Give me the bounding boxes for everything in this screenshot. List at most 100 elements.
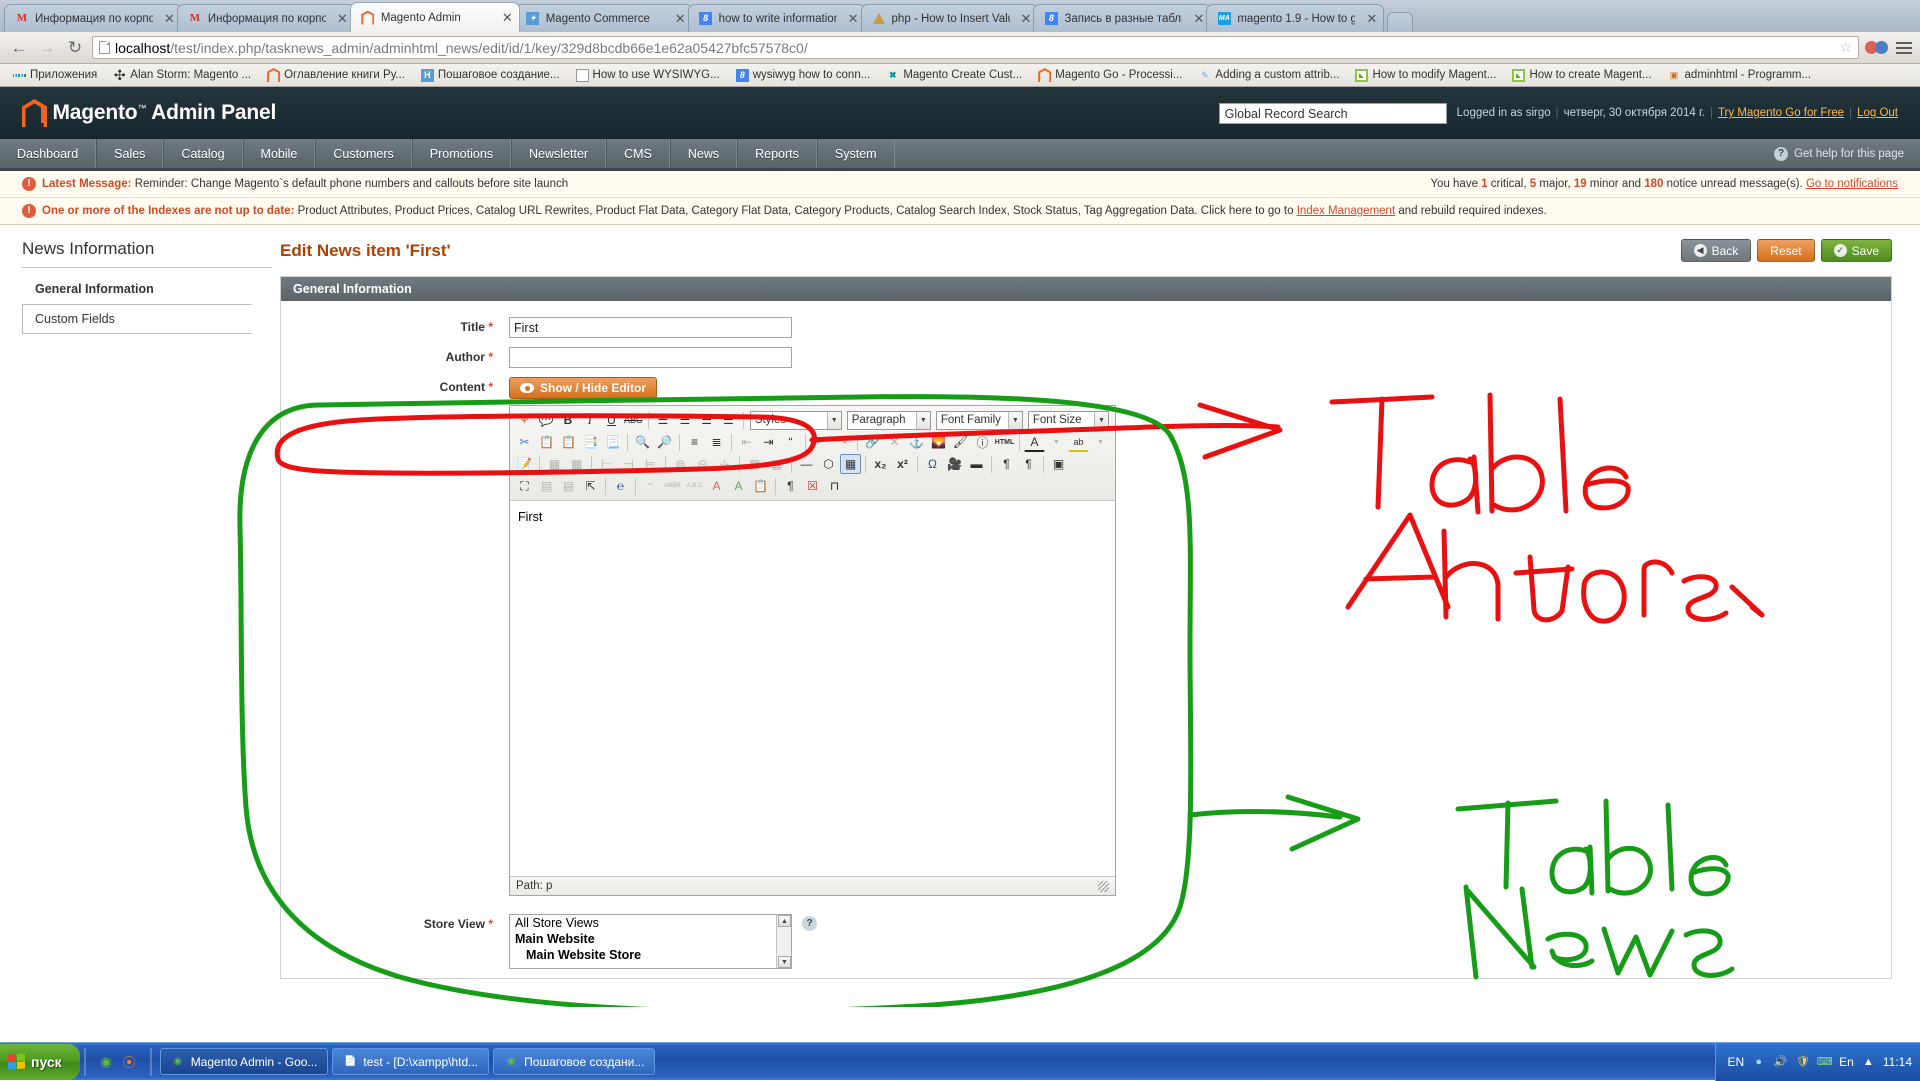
link-icon[interactable]: 🔗 <box>862 432 883 452</box>
nav-item-catalog[interactable]: Catalog <box>163 139 242 168</box>
chevron-down-icon[interactable]: ▼ <box>1046 432 1067 452</box>
select-area-icon[interactable]: ⛶ <box>514 476 535 496</box>
italic-icon[interactable]: I <box>579 410 600 430</box>
sidebar-item-general-information[interactable]: General Information <box>22 274 252 304</box>
row-props-icon[interactable]: ▦ <box>744 454 765 474</box>
bullet-list-icon[interactable]: ≡ <box>684 432 705 452</box>
start-button[interactable]: пуск <box>0 1044 80 1080</box>
font-family-select[interactable]: Font Family▼ <box>936 411 1023 430</box>
page-break-icon[interactable]: ▬ <box>966 454 987 474</box>
paste-as-text-icon[interactable]: 📑 <box>580 432 601 452</box>
browser-tab[interactable]: ✦ Magento Commerce ✕ <box>515 4 693 32</box>
browser-tab[interactable]: M Информация по корпорати ✕ <box>177 4 355 32</box>
close-icon[interactable]: ✕ <box>1187 11 1204 27</box>
nav-item-sales[interactable]: Sales <box>96 139 163 168</box>
close-icon[interactable]: ✕ <box>1015 11 1032 27</box>
user-avatar-icon[interactable] <box>1865 41 1888 54</box>
volume-icon[interactable]: 🔊 <box>1773 1054 1788 1069</box>
acronym-icon[interactable]: A.B.C <box>684 476 705 496</box>
store-view-select[interactable]: All Store Views Main Website Main Websit… <box>509 914 792 969</box>
store-view-option[interactable]: All Store Views <box>510 915 791 931</box>
superscript-icon[interactable]: x² <box>892 454 913 474</box>
browser-tab[interactable]: M Информация по корпорати ✕ <box>4 4 182 32</box>
save-button[interactable]: ✓Save <box>1821 239 1892 262</box>
bookmark-item[interactable]: How to modify Magent... <box>1348 67 1503 84</box>
nav-item-reports[interactable]: Reports <box>737 139 817 168</box>
rtl-icon[interactable]: ¶ <box>1018 454 1039 474</box>
taskbar-item-browser-ru[interactable]: ◉ Пошаговое создани... <box>493 1048 655 1075</box>
paste-from-word-icon[interactable]: 📃 <box>602 432 623 452</box>
help-icon[interactable]: ⓘ <box>972 432 993 452</box>
show-hide-editor-button[interactable]: Show / Hide Editor <box>509 377 657 399</box>
background-color-icon[interactable]: ab <box>1068 432 1089 452</box>
try-magento-go-link[interactable]: Try Magento Go for Free <box>1718 107 1844 119</box>
styles-select[interactable]: Styles▼ <box>750 411 842 430</box>
select-scrollbar[interactable]: ▲▼ <box>776 915 791 968</box>
clock[interactable]: 11:14 <box>1883 1055 1912 1069</box>
nav-item-cms[interactable]: CMS <box>606 139 670 168</box>
spellcheck-icon[interactable]: 💬 <box>536 410 557 430</box>
insert-row-before-icon[interactable]: ▦ <box>544 454 565 474</box>
text-color-icon[interactable]: A <box>1024 432 1045 452</box>
store-view-help-icon[interactable]: ? <box>802 916 817 931</box>
insert-column-after-icon[interactable]: ⊣ <box>618 454 639 474</box>
undo-icon[interactable]: ↶ <box>810 432 831 452</box>
bookmark-item[interactable]: How to use WYSIWYG... <box>569 67 727 84</box>
outdent-icon[interactable]: ⇤ <box>736 432 757 452</box>
show-blocks-icon[interactable]: ¶ <box>780 476 801 496</box>
taskbar-item-magento-admin[interactable]: ◉ Magento Admin - Goo... <box>160 1048 329 1075</box>
deletion-icon[interactable]: A <box>706 476 727 496</box>
remove-format-icon[interactable]: ⬡ <box>818 454 839 474</box>
abbreviation-icon[interactable]: ABBR <box>662 476 683 496</box>
magic-wand-icon[interactable]: ⚘ <box>514 410 535 430</box>
store-view-option[interactable]: Main Website Store <box>510 947 791 963</box>
table-props-icon[interactable]: ⊹ <box>714 454 735 474</box>
blockquote-icon[interactable]: “ <box>780 432 801 452</box>
forward-icon[interactable]: → <box>36 37 58 59</box>
special-character-icon[interactable]: Ω <box>922 454 943 474</box>
new-tab-button[interactable] <box>1387 12 1413 32</box>
indent-icon[interactable]: ⇥ <box>758 432 779 452</box>
anchor-icon[interactable]: ⚓ <box>906 432 927 452</box>
numbered-list-icon[interactable]: ≣ <box>706 432 727 452</box>
bookmark-item[interactable]: ✎ Adding a custom attrib... <box>1191 67 1346 84</box>
index-management-link[interactable]: Index Management <box>1297 205 1395 217</box>
resize-grip-icon[interactable] <box>1098 881 1109 892</box>
toggle-visual-aid-icon[interactable]: ☒ <box>802 476 823 496</box>
edit-css-icon[interactable]: 📝 <box>514 454 535 474</box>
close-icon[interactable]: ✕ <box>496 10 513 26</box>
bookmark-item[interactable]: Magento Go - Processi... <box>1031 67 1189 84</box>
redo-icon[interactable]: ↷ <box>832 432 853 452</box>
citation-icon[interactable]: “” <box>640 476 661 496</box>
browser-tab[interactable]: 8 Запись в разные таблицы в ✕ <box>1033 4 1211 32</box>
align-left-icon[interactable]: ☰ <box>653 410 674 430</box>
chevron-up-icon[interactable]: ▲ <box>1861 1054 1876 1069</box>
title-input[interactable]: First <box>509 317 792 338</box>
bookmark-item[interactable]: Оглавление книги Ру... <box>260 67 412 84</box>
language-indicator[interactable]: EN <box>1728 1055 1745 1069</box>
nav-item-system[interactable]: System <box>817 139 895 168</box>
nav-item-mobile[interactable]: Mobile <box>243 139 316 168</box>
insert-row-after-icon[interactable]: ▦ <box>566 454 587 474</box>
insert-table-icon[interactable]: ▦ <box>840 454 861 474</box>
back-icon[interactable]: ← <box>8 37 30 59</box>
delete-column-icon[interactable]: ⊨ <box>640 454 661 474</box>
align-center-icon[interactable]: ☰ <box>674 410 695 430</box>
style-props-icon[interactable]: ℮ <box>610 476 631 496</box>
bookmark-item[interactable]: Приложения <box>6 67 104 84</box>
bookmark-item[interactable]: 8 wysiwyg how to conn... <box>729 67 878 84</box>
store-view-option[interactable]: Main Website <box>510 931 791 947</box>
shield-icon[interactable]: 🛡 <box>1795 1054 1810 1069</box>
horizontal-rule-icon[interactable]: — <box>796 454 817 474</box>
global-search-input[interactable]: Global Record Search <box>1219 103 1447 124</box>
chrome-icon[interactable]: ◉ <box>98 1053 115 1070</box>
nav-item-customers[interactable]: Customers <box>315 139 411 168</box>
absolute-position-icon[interactable]: ⇱ <box>580 476 601 496</box>
keyboard-icon[interactable]: ⌨ <box>1817 1054 1832 1069</box>
back-button[interactable]: ◀Back <box>1681 239 1752 262</box>
magento-logo[interactable]: Magento™ Admin Panel <box>22 99 276 127</box>
chrome-menu-icon[interactable] <box>1896 42 1912 54</box>
nav-item-newsletter[interactable]: Newsletter <box>511 139 606 168</box>
editor-content-area[interactable]: First <box>510 501 1115 876</box>
browser-tab[interactable]: php - How to Insert Values in ✕ <box>861 4 1039 32</box>
